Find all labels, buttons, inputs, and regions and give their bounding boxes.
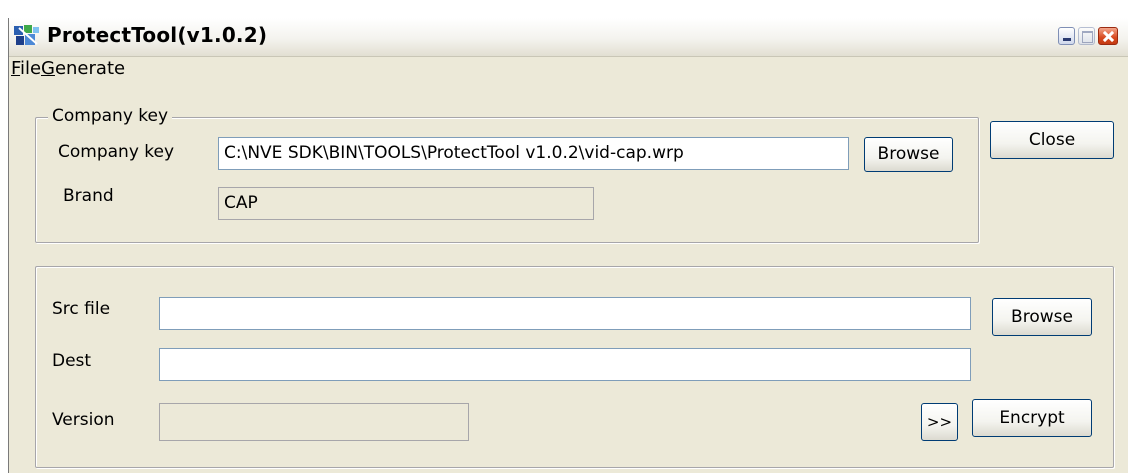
minimize-button[interactable] [1058,27,1075,45]
close-button[interactable]: Close [990,121,1114,159]
menu-generate-accel: G [41,58,55,79]
company-key-group: Company key [35,106,979,243]
brand-field: CAP [218,187,594,220]
dest-label: Dest [52,351,92,371]
menu-generate-label: enerate [54,58,126,79]
maximize-button[interactable] [1078,27,1095,45]
version-field [159,403,469,441]
dest-field[interactable] [159,348,971,381]
menu-bar: File Generate [9,56,1128,82]
menu-file[interactable]: File [11,58,41,79]
menu-file-label: ile [20,58,42,79]
company-key-field[interactable]: C:\NVE SDK\BIN\TOOLS\ProtectTool v1.0.2\… [218,137,849,170]
src-file-field[interactable] [159,297,971,330]
encrypt-button[interactable]: Encrypt [972,399,1092,437]
brand-label: Brand [63,186,114,206]
version-label: Version [52,410,115,430]
app-window: ProtectTool(v1.0.2) File Generate Compan… [8,18,1128,473]
title-bar[interactable]: ProtectTool(v1.0.2) [9,18,1128,57]
company-key-legend: Company key [48,106,173,126]
window-title: ProtectTool(v1.0.2) [47,23,268,47]
src-browse-button[interactable]: Browse [992,298,1092,336]
menu-generate[interactable]: Generate [41,58,125,79]
app-icon [14,25,39,45]
company-key-label: Company key [58,142,175,162]
more-button[interactable]: >> [921,403,958,441]
menu-file-accel: F [11,58,21,79]
src-file-label: Src file [52,299,111,319]
company-browse-button[interactable]: Browse [864,137,953,172]
close-window-button[interactable] [1098,27,1118,45]
